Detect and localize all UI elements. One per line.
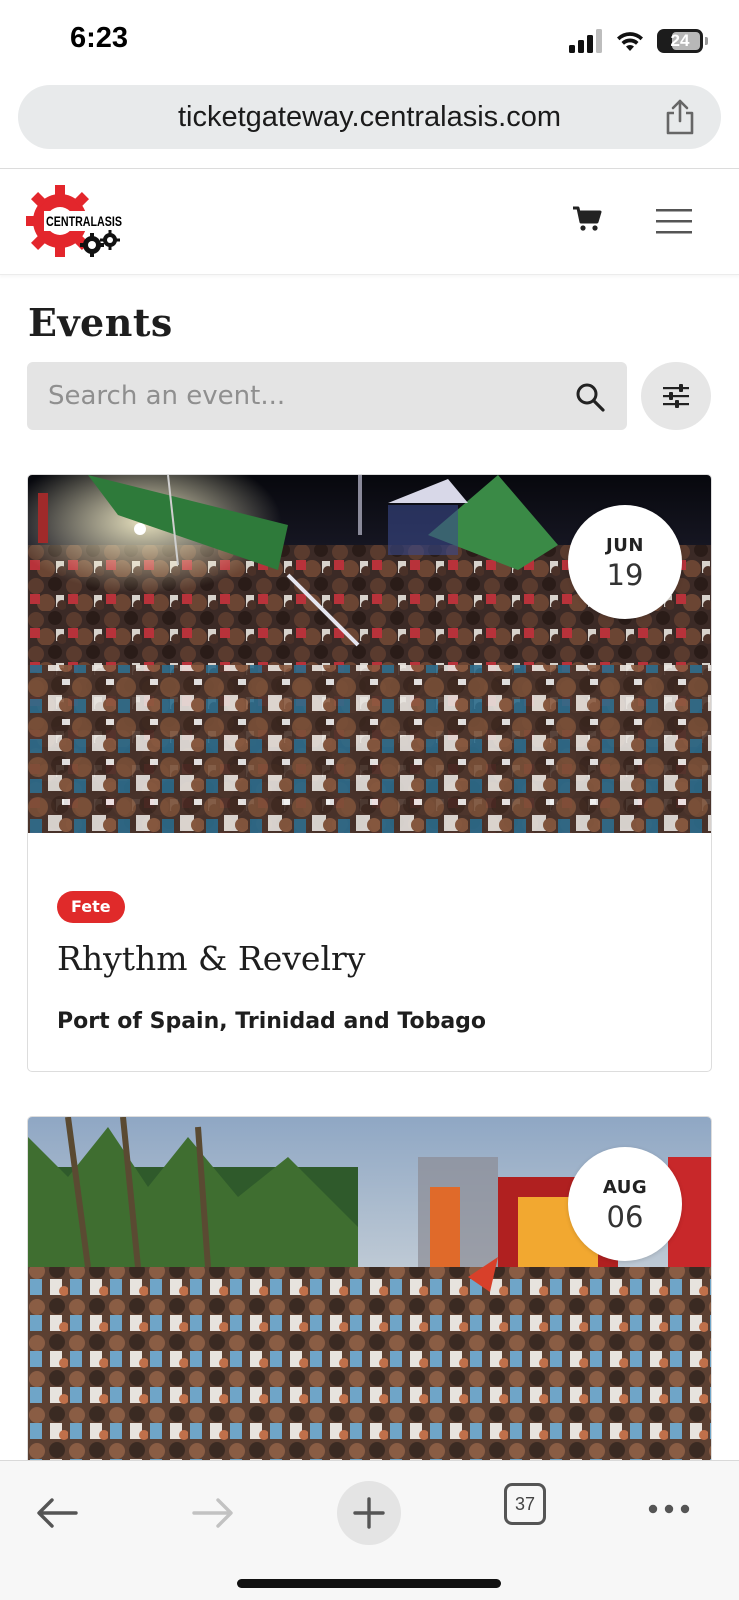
search-box: [27, 362, 627, 430]
forward-arrow-icon[interactable]: [192, 1497, 234, 1529]
address-bar[interactable]: ticketgateway.centralasis.com: [18, 85, 721, 149]
browser-toolbar: 37: [0, 1460, 739, 1600]
more-icon[interactable]: [648, 1503, 690, 1515]
category-badge: Fete: [57, 891, 125, 923]
wifi-icon: [617, 32, 643, 51]
date-month: AUG: [602, 1177, 648, 1198]
back-arrow-icon[interactable]: [36, 1497, 78, 1529]
filter-button[interactable]: [641, 362, 711, 430]
signal-icon: [569, 29, 602, 53]
centralasis-logo[interactable]: CENTRALASIS: [26, 185, 126, 261]
status-icons: 24: [569, 26, 708, 56]
search-input[interactable]: [27, 362, 567, 430]
date-badge: JUN 19: [568, 505, 682, 619]
hamburger-menu-icon[interactable]: [656, 207, 692, 235]
sliders-icon: [663, 384, 689, 408]
battery-icon: 24: [657, 29, 708, 53]
search-icon[interactable]: [575, 382, 605, 412]
event-title[interactable]: Rhythm & Revelry: [57, 939, 365, 978]
page-title: Events: [28, 300, 173, 345]
date-badge: AUG 06: [568, 1147, 682, 1261]
plus-icon: [353, 1497, 385, 1529]
share-icon[interactable]: [663, 99, 697, 135]
status-time: 6:23: [70, 22, 129, 54]
event-location: Port of Spain, Trinidad and Tobago: [57, 1009, 487, 1034]
date-day: 06: [606, 1200, 644, 1234]
logo-text: CENTRALASIS: [46, 213, 122, 229]
new-tab-button[interactable]: [337, 1481, 401, 1545]
home-indicator: [237, 1579, 501, 1588]
url-text[interactable]: ticketgateway.centralasis.com: [18, 85, 721, 149]
tabs-icon[interactable]: 37: [504, 1483, 546, 1525]
date-month: JUN: [606, 535, 644, 556]
event-card[interactable]: JUN 19 Fete Rhythm & Revelry Port of Spa…: [27, 474, 712, 1072]
site-header: CENTRALASIS: [0, 169, 739, 275]
browser-page: 6:23 24 ticketgateway.centralasis.com CE…: [0, 0, 739, 1600]
cart-icon[interactable]: [572, 205, 602, 233]
date-day: 19: [606, 558, 644, 592]
status-bar: 6:23 24: [0, 0, 739, 80]
battery-level: 24: [670, 31, 690, 50]
